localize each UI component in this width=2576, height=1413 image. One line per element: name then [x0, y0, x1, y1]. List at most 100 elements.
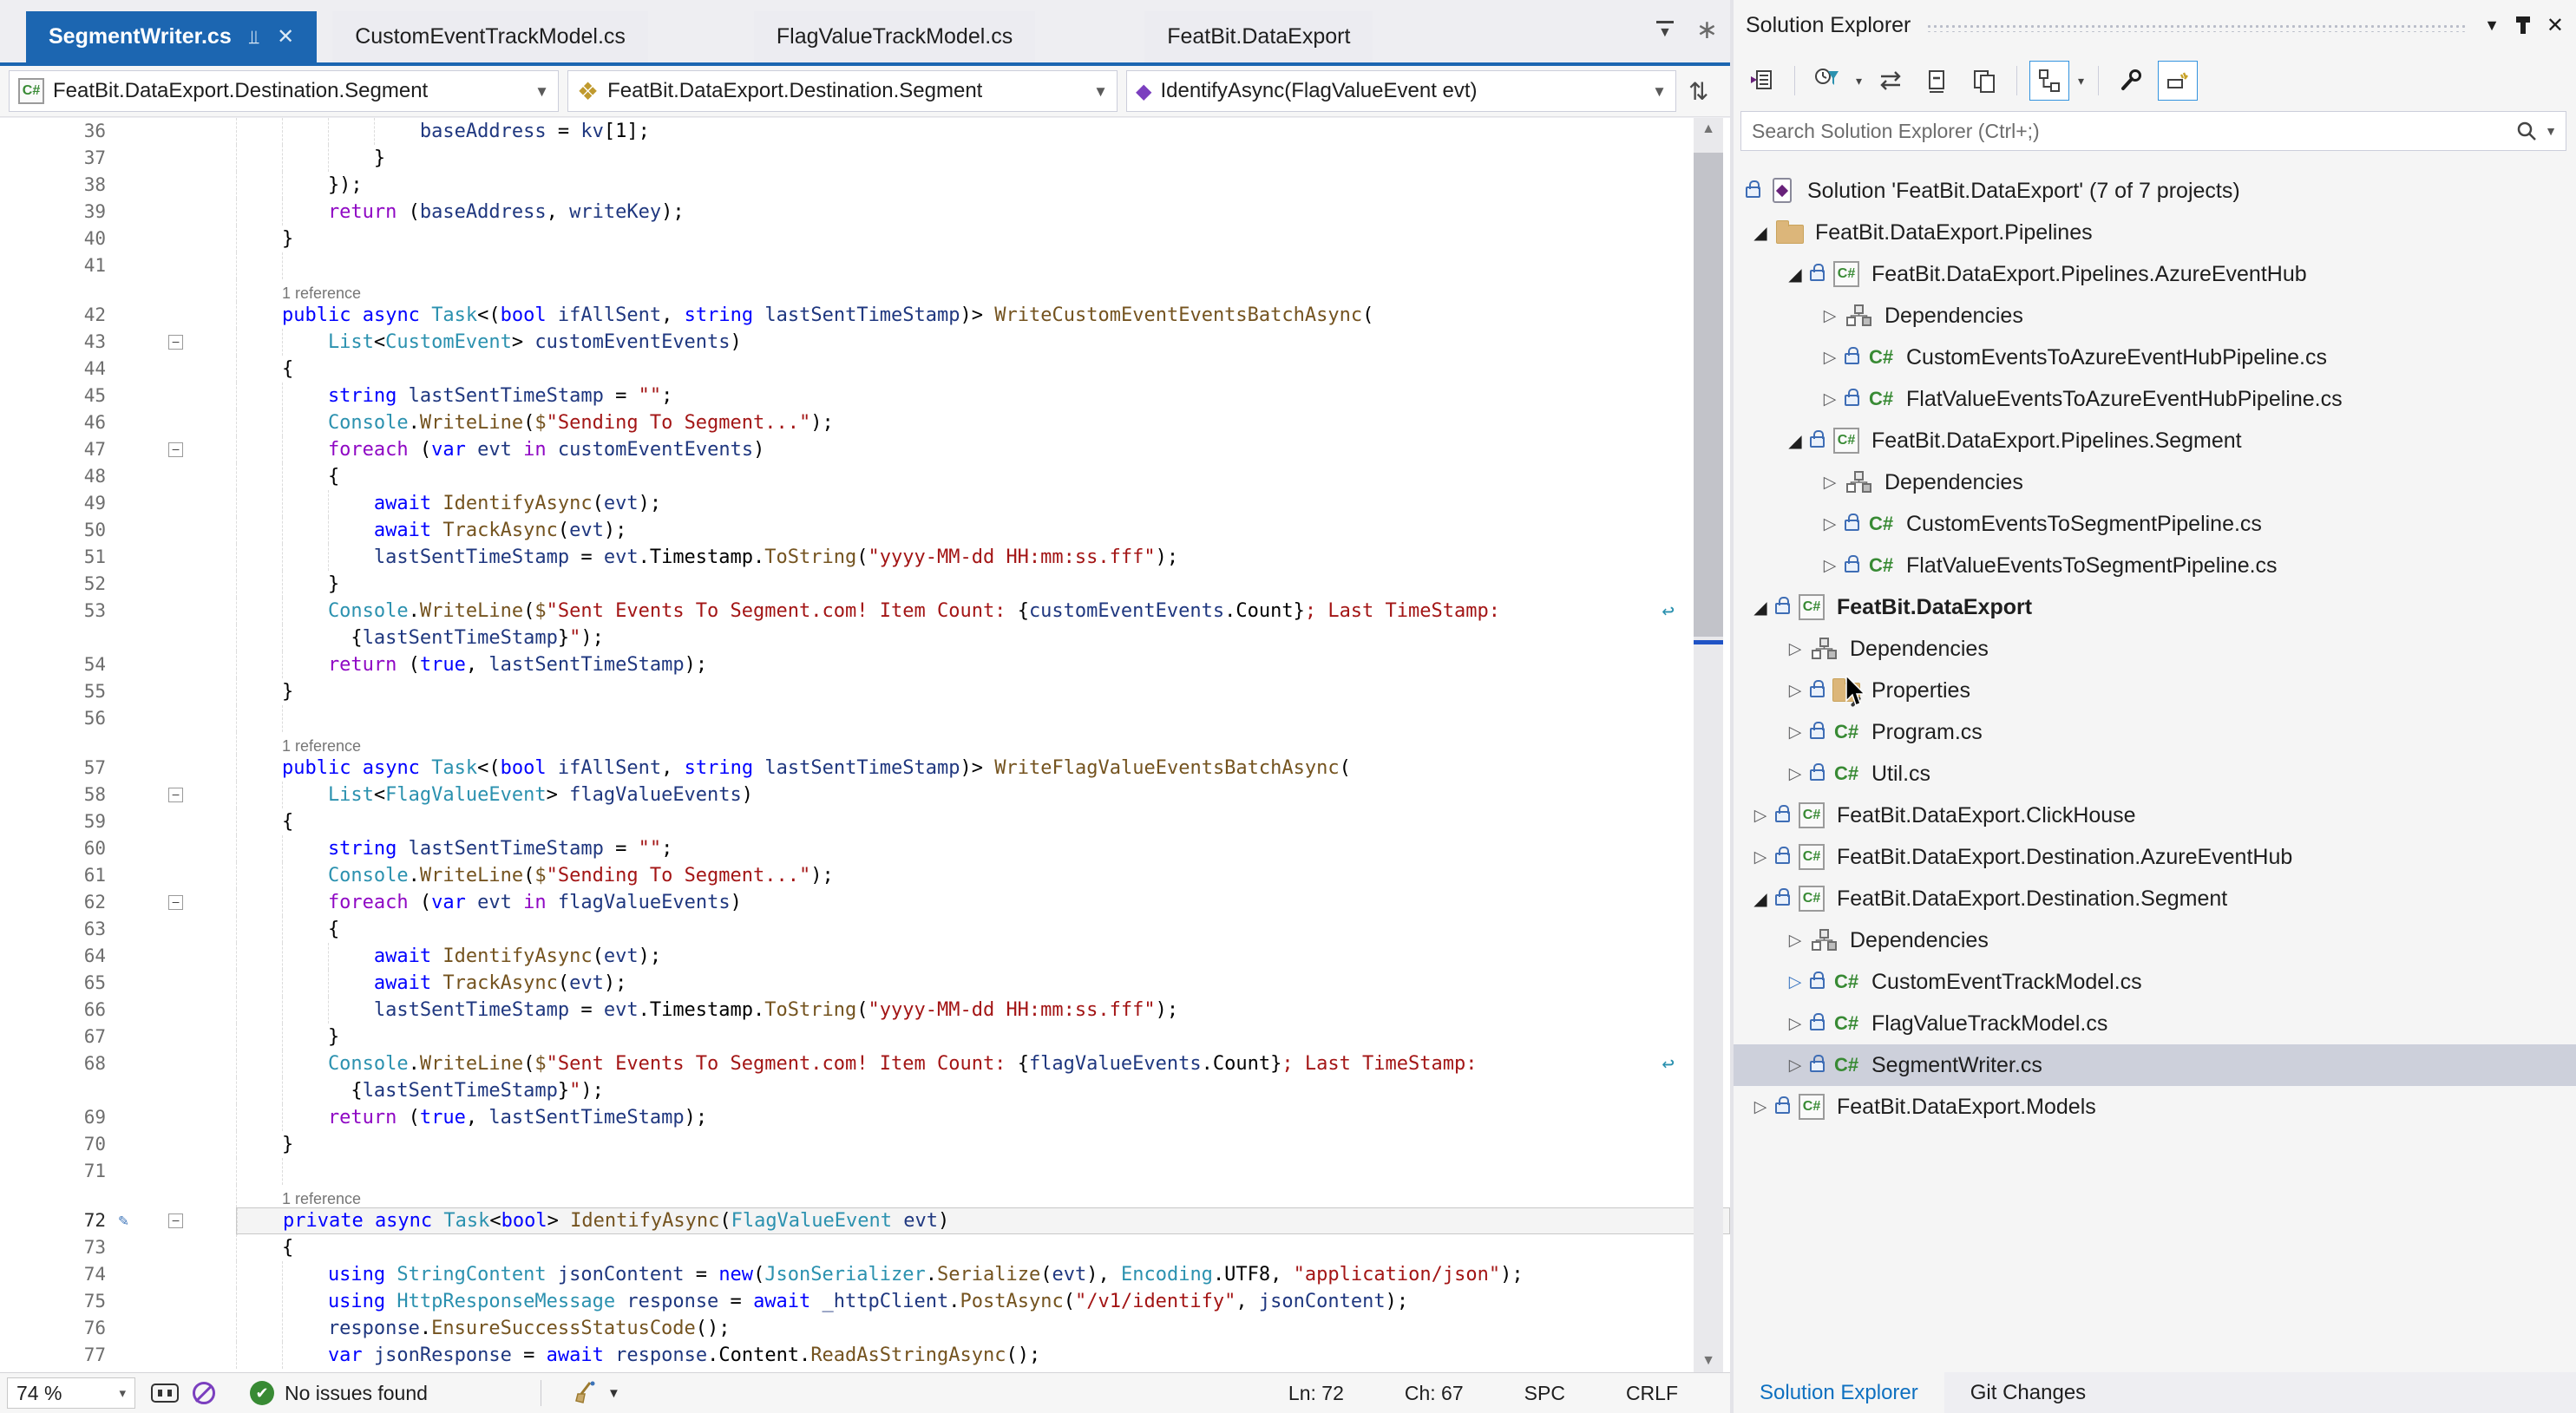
expander-closed-icon[interactable]: ▷: [1780, 931, 1810, 951]
expander-closed-icon[interactable]: ▷: [1746, 847, 1775, 867]
expander-closed-icon[interactable]: ▷: [1780, 1056, 1810, 1076]
tree-item-customeventstosegmentpipeline-cs[interactable]: ▷C#CustomEventsToSegmentPipeline.cs: [1734, 503, 2576, 545]
tree-item-flatvalueeventstoazureeventhubpipeline-cs[interactable]: ▷C#FlatValueEventsToAzureEventHubPipelin…: [1734, 378, 2576, 420]
search-input[interactable]: Search Solution Explorer (Ctrl+;): [1741, 120, 2515, 143]
tree-item-featbit-dataexport-pipelines[interactable]: ◢FeatBit.DataExport.Pipelines: [1734, 212, 2576, 253]
sync-active-document-button[interactable]: [2029, 61, 2069, 101]
tree-item-featbit-dataexport-destination-segment[interactable]: ◢C#FeatBit.DataExport.Destination.Segmen…: [1734, 878, 2576, 919]
open-documents-dropdown-icon[interactable]: ▼: [1656, 21, 1674, 41]
spaces-indicator[interactable]: SPC: [1524, 1382, 1565, 1405]
health-check-icon[interactable]: ✔: [250, 1381, 274, 1405]
tree-item-featbit-dataexport-clickhouse[interactable]: ▷C#FeatBit.DataExport.ClickHouse: [1734, 795, 2576, 836]
copy-properties-button[interactable]: [1964, 61, 2004, 101]
codelens-references[interactable]: 1 reference: [282, 737, 361, 755]
compare-arrows-button[interactable]: [1871, 61, 1911, 101]
pending-changes-filter-button[interactable]: [1807, 61, 1847, 101]
wrench-button[interactable]: [2111, 61, 2151, 101]
expander-closed-icon[interactable]: ▷: [1780, 972, 1810, 992]
close-icon[interactable]: ✕: [277, 24, 294, 49]
nav-dropdown-1[interactable]: C#FeatBit.DataExport.Destination.Segment…: [9, 70, 559, 112]
expander-closed-icon[interactable]: ▷: [1815, 473, 1845, 493]
tree-item-featbit-dataexport-models[interactable]: ▷C#FeatBit.DataExport.Models: [1734, 1086, 2576, 1128]
expander-closed-icon[interactable]: ▷: [1746, 806, 1775, 826]
scrollbar-down-icon[interactable]: ▼: [1694, 1353, 1723, 1369]
line-indicator[interactable]: Ln: 72: [1288, 1382, 1344, 1405]
preview-changes-button[interactable]: [2158, 61, 2198, 101]
collapse-region-icon[interactable]: –: [168, 788, 183, 802]
scrollbar-thumb[interactable]: [1694, 153, 1723, 637]
code-cleanup-button[interactable]: ▼: [573, 1380, 620, 1406]
drag-grip[interactable]: [1926, 23, 2468, 32]
collapse-region-icon[interactable]: –: [168, 442, 183, 457]
tree-item-dependencies[interactable]: ▷Dependencies: [1734, 295, 2576, 337]
tree-item-dependencies[interactable]: ▷Dependencies: [1734, 919, 2576, 961]
window-layout-icon[interactable]: ∗: [1696, 19, 1718, 42]
document-tab-featbit-dataexport[interactable]: FeatBit.DataExport: [1144, 11, 1373, 62]
codelens-references[interactable]: 1 reference: [282, 1190, 361, 1207]
expander-open-icon[interactable]: ◢: [1746, 888, 1775, 910]
expander-closed-icon[interactable]: ▷: [1780, 1014, 1810, 1034]
tree-item-segmentwriter-cs[interactable]: ▷C#SegmentWriter.cs: [1734, 1044, 2576, 1086]
tree-item-util-cs[interactable]: ▷C#Util.cs: [1734, 753, 2576, 795]
member-sort-icon[interactable]: ⇅: [1688, 77, 1708, 106]
solution-search-box[interactable]: Search Solution Explorer (Ctrl+;) ▼: [1740, 111, 2566, 151]
tree-item-featbit-dataexport-pipelines-azureeventhub[interactable]: ◢C#FeatBit.DataExport.Pipelines.AzureEve…: [1734, 253, 2576, 295]
expander-closed-icon[interactable]: ▷: [1815, 556, 1845, 576]
expander-closed-icon[interactable]: ▷: [1815, 306, 1845, 326]
chevron-down-icon[interactable]: ▾: [1856, 74, 1862, 88]
expander-closed-icon[interactable]: ▷: [1780, 764, 1810, 784]
switch-views-button[interactable]: [1742, 61, 1782, 101]
tree-item-program-cs[interactable]: ▷C#Program.cs: [1734, 711, 2576, 753]
collapse-region-icon[interactable]: –: [168, 1213, 183, 1228]
editor-vertical-scrollbar[interactable]: ▲ ▼: [1694, 118, 1723, 1372]
expander-closed-icon[interactable]: ▷: [1815, 514, 1845, 534]
tree-item-customeventstoazureeventhubpipeline-cs[interactable]: ▷C#CustomEventsToAzureEventHubPipeline.c…: [1734, 337, 2576, 378]
expander-open-icon[interactable]: ◢: [1780, 430, 1810, 452]
document-tab-segmentwriter-cs[interactable]: SegmentWriter.cs⫫✕: [26, 11, 317, 62]
copilot-status-icon[interactable]: [193, 1382, 215, 1404]
expander-closed-icon[interactable]: ▷: [1780, 681, 1810, 701]
tree-item-flagvaluetrackmodel-cs[interactable]: ▷C#FlagValueTrackModel.cs: [1734, 1003, 2576, 1044]
collapse-all-button[interactable]: [1917, 61, 1957, 101]
expander-closed-icon[interactable]: ▷: [1780, 639, 1810, 659]
expander-closed-icon[interactable]: ▷: [1815, 348, 1845, 368]
close-icon[interactable]: ✕: [2547, 13, 2564, 38]
nav-dropdown-3[interactable]: ◆IdentifyAsync(FlagValueEvent evt)▼: [1126, 70, 1676, 112]
copilot-icon[interactable]: [151, 1384, 179, 1403]
expander-open-icon[interactable]: ◢: [1746, 222, 1775, 244]
panel-tab-solution-explorer[interactable]: Solution Explorer: [1734, 1372, 1944, 1413]
line-ending-indicator[interactable]: CRLF: [1626, 1382, 1678, 1405]
code-editor[interactable]: 36baseAddress = kv[1];37}38});39return (…: [0, 118, 1730, 1372]
expander-closed-icon[interactable]: ▷: [1815, 389, 1845, 409]
tree-item-dependencies[interactable]: ▷Dependencies: [1734, 628, 2576, 670]
pin-icon[interactable]: [2520, 16, 2526, 34]
document-tab-flagvaluetrackmodel-cs[interactable]: FlagValueTrackModel.cs: [754, 11, 1035, 62]
expander-open-icon[interactable]: ◢: [1780, 264, 1810, 285]
collapse-region-icon[interactable]: –: [168, 335, 183, 350]
search-icon[interactable]: [2515, 120, 2538, 142]
chevron-down-icon[interactable]: ▾: [2078, 74, 2084, 88]
nav-dropdown-2[interactable]: ❖FeatBit.DataExport.Destination.Segment▼: [567, 70, 1118, 112]
pin-icon[interactable]: ⫫: [249, 26, 259, 49]
column-indicator[interactable]: Ch: 67: [1405, 1382, 1464, 1405]
expander-closed-icon[interactable]: ▷: [1746, 1097, 1775, 1117]
tree-item-flatvalueeventstosegmentpipeline-cs[interactable]: ▷C#FlatValueEventsToSegmentPipeline.cs: [1734, 545, 2576, 586]
tree-item-featbit-dataexport-pipelines-segment[interactable]: ◢C#FeatBit.DataExport.Pipelines.Segment: [1734, 420, 2576, 461]
window-menu-icon[interactable]: ▼: [2484, 16, 2500, 35]
collapse-region-icon[interactable]: –: [168, 895, 183, 910]
document-tab-customeventtrackmodel-cs[interactable]: CustomEventTrackModel.cs: [332, 11, 648, 62]
tree-item-solution-featbit-dataexport-7-of-7-projects-[interactable]: Solution 'FeatBit.DataExport' (7 of 7 pr…: [1734, 170, 2576, 212]
issues-status[interactable]: No issues found: [285, 1382, 428, 1405]
tree-item-customeventtrackmodel-cs[interactable]: ▷C#CustomEventTrackModel.cs: [1734, 961, 2576, 1003]
tree-item-featbit-dataexport-destination-azureeventhub[interactable]: ▷C#FeatBit.DataExport.Destination.AzureE…: [1734, 836, 2576, 878]
codelens-references[interactable]: 1 reference: [282, 285, 361, 302]
tree-item-dependencies[interactable]: ▷Dependencies: [1734, 461, 2576, 503]
expander-open-icon[interactable]: ◢: [1746, 597, 1775, 618]
panel-title-bar[interactable]: Solution Explorer ▼ ✕: [1734, 5, 2576, 45]
tree-item-featbit-dataexport[interactable]: ◢C#FeatBit.DataExport: [1734, 586, 2576, 628]
zoom-selector[interactable]: 74 % ▾: [7, 1377, 135, 1409]
scrollbar-up-icon[interactable]: ▲: [1694, 121, 1723, 137]
expander-closed-icon[interactable]: ▷: [1780, 723, 1810, 742]
chevron-down-icon[interactable]: ▼: [2545, 124, 2557, 138]
panel-tab-git-changes[interactable]: Git Changes: [1944, 1372, 2112, 1413]
